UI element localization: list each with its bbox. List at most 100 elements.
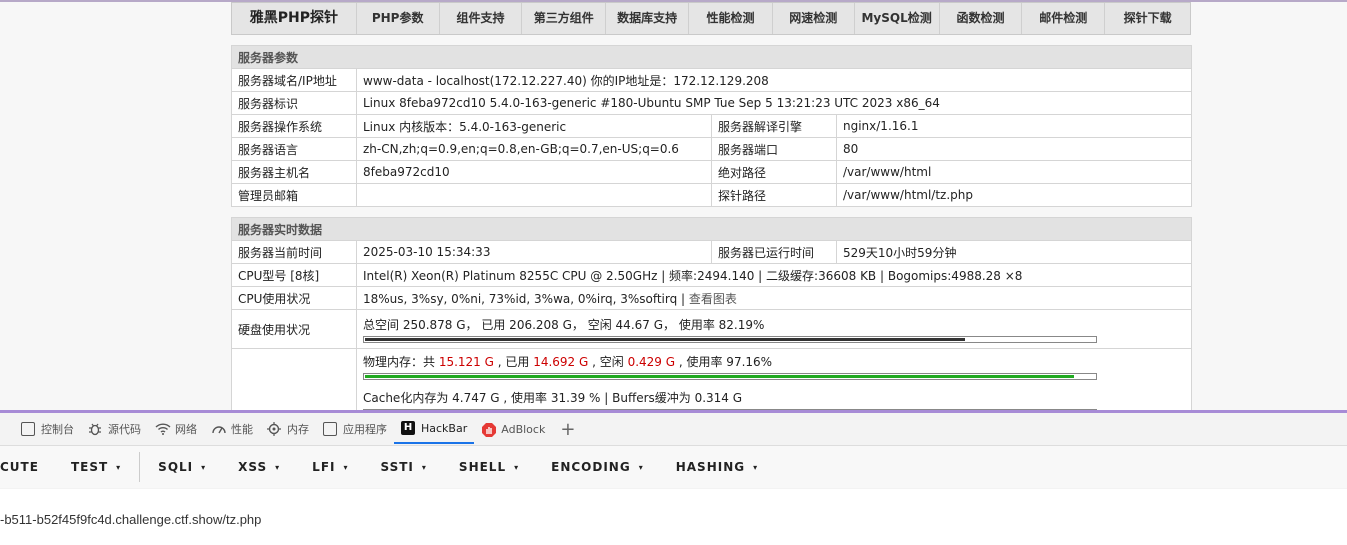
chevron-down-icon: ▾	[275, 462, 281, 472]
tab-console[interactable]: 控制台	[14, 414, 81, 444]
tab-memory[interactable]: 内存	[260, 414, 316, 444]
nav-mysql[interactable]: MySQL检测	[855, 3, 940, 34]
table-row: 服务器域名/IP地址 www-data - localhost(172.12.2…	[231, 68, 1193, 92]
tab-network-label: 网络	[175, 423, 197, 436]
table-row: 物理内存：共 15.121 G , 已用 14.692 G , 空闲 0.429…	[231, 348, 1193, 410]
tab-adblock[interactable]: AdBlock	[474, 414, 552, 444]
ident-value: Linux 8feba972cd10 5.4.0-163-generic #18…	[355, 91, 1193, 115]
host-value: 8feba972cd10	[356, 160, 712, 184]
menu-cute[interactable]: CUTE	[0, 460, 55, 474]
table-row: 服务器标识 Linux 8feba972cd10 5.4.0-163-gener…	[231, 91, 1193, 115]
nav-functions[interactable]: 函数检测	[940, 3, 1023, 34]
nav-php-params[interactable]: PHP参数	[357, 3, 440, 34]
top-nav: 雅黑PHP探针 PHP参数 组件支持 第三方组件 数据库支持 性能检测 网速检测…	[231, 2, 1191, 35]
mem-free: 0.429 G	[627, 355, 676, 369]
server-params-table: 服务器参数 服务器域名/IP地址 www-data - localhost(17…	[230, 45, 1193, 207]
console-icon	[21, 422, 35, 436]
chevron-down-icon: ▾	[753, 462, 759, 472]
tab-application[interactable]: 应用程序	[316, 414, 394, 444]
tab-application-label: 应用程序	[343, 423, 387, 436]
abspath-value: /var/www/html	[835, 160, 1193, 184]
mem-total: 15.121 G	[438, 355, 494, 369]
table-row: 服务器主机名 8feba972cd10 绝对路径 /var/www/html	[231, 160, 1193, 184]
tab-network[interactable]: 网络	[148, 414, 204, 444]
hackbar-menu: CUTE TEST ▾ SQLI ▾ XSS ▾ LFI ▾ SSTI ▾ SHELL ▾ …	[0, 446, 1347, 488]
cpu-label: CPU型号 [8核]	[231, 263, 357, 287]
tab-console-label: 控制台	[41, 423, 74, 436]
cpu-value: Intel(R) Xeon(R) Platinum 8255C CPU @ 2.…	[355, 263, 1193, 287]
mem-label	[231, 348, 357, 410]
tab-performance[interactable]: 性能	[204, 414, 260, 444]
engine-label: 服务器解译引擎	[711, 114, 837, 138]
disk-usage-bar	[363, 335, 1097, 343]
menu-shell[interactable]: SHELL ▾	[443, 460, 535, 474]
nav-mail[interactable]: 邮件检测	[1022, 3, 1106, 34]
menu-divider	[139, 452, 141, 482]
menu-cute-label: CUTE	[0, 460, 39, 474]
wifi-icon	[155, 422, 171, 436]
mem-rate: , 使用率 97.16%	[675, 355, 773, 369]
uptime-label: 服务器已运行时间	[711, 240, 837, 264]
table-row: 服务器语言 zh-CN,zh;q=0.9,en;q=0.8,en-GB;q=0.…	[231, 137, 1193, 161]
port-label: 服务器端口	[711, 137, 837, 161]
tab-performance-label: 性能	[231, 423, 253, 436]
ident-label: 服务器标识	[231, 91, 357, 115]
menu-xss[interactable]: XSS ▾	[222, 460, 296, 474]
os-value: Linux 内核版本：5.4.0-163-generic	[356, 114, 712, 138]
nav-network-speed[interactable]: 网速检测	[773, 3, 855, 34]
menu-shell-label: SHELL	[458, 460, 507, 474]
realtime-title: 服务器实时数据	[230, 217, 1193, 241]
mem-text: 物理内存：共 15.121 G , 已用 14.692 G , 空闲 0.429…	[363, 353, 1185, 370]
nav-third-party[interactable]: 第三方组件	[522, 3, 607, 34]
nav-components[interactable]: 组件支持	[440, 3, 523, 34]
cpu-usage-value: 18%us, 3%sy, 0%ni, 73%id, 3%wa, 0%irq, 3…	[363, 291, 689, 306]
menu-lfi[interactable]: LFI ▾	[296, 460, 364, 474]
table-row: 服务器当前时间 2025-03-10 15:34:33 服务器已运行时间 529…	[231, 240, 1193, 264]
os-label: 服务器操作系统	[231, 114, 357, 138]
devtools-tabs: 控制台 源代码 网络 性能 内存 应用程序 H HackBar AdBlock +	[0, 413, 1347, 446]
menu-ssti-label: SSTI	[380, 460, 414, 474]
adblock-icon	[481, 422, 497, 437]
tab-hackbar[interactable]: H HackBar	[394, 414, 475, 444]
add-tab-button[interactable]: +	[552, 414, 583, 444]
cpu-chart-link[interactable]: 查看图表	[689, 292, 737, 306]
nav-download[interactable]: 探针下载	[1105, 3, 1190, 34]
menu-encoding-label: ENCODING	[551, 460, 631, 474]
menu-ssti[interactable]: SSTI ▾	[365, 460, 443, 474]
tab-sources-label: 源代码	[108, 423, 141, 436]
tab-sources[interactable]: 源代码	[81, 414, 148, 444]
nav-performance[interactable]: 性能检测	[689, 3, 773, 34]
domain-label: 服务器域名/IP地址	[231, 68, 357, 92]
gauge-icon	[211, 422, 226, 436]
disk-label: 硬盘使用状况	[231, 309, 357, 349]
nav-brand[interactable]: 雅黑PHP探针	[232, 3, 357, 34]
time-label: 服务器当前时间	[231, 240, 357, 264]
cache-text: Cache化内存为 4.747 G , 使用率 31.39 % | Buffer…	[363, 391, 743, 405]
devtools-panel: 控制台 源代码 网络 性能 内存 应用程序 H HackBar AdBlock +…	[0, 410, 1347, 545]
cpu-usage-label: CPU使用状况	[231, 286, 357, 310]
menu-test[interactable]: TEST ▾	[55, 460, 137, 474]
chevron-down-icon: ▾	[638, 462, 644, 472]
nav-database[interactable]: 数据库支持	[606, 3, 690, 34]
lang-value: zh-CN,zh;q=0.9,en;q=0.8,en-GB;q=0.7,en-U…	[356, 137, 712, 161]
host-label: 服务器主机名	[231, 160, 357, 184]
table-row: 管理员邮箱 探针路径 /var/www/html/tz.php	[231, 183, 1193, 207]
menu-sqli[interactable]: SQLI ▾	[142, 460, 222, 474]
menu-hashing[interactable]: HASHING ▾	[660, 460, 774, 474]
menu-encoding[interactable]: ENCODING ▾	[535, 460, 660, 474]
probe-value: /var/www/html/tz.php	[835, 183, 1193, 207]
admin-value	[356, 183, 712, 207]
chevron-down-icon: ▾	[514, 462, 520, 472]
chevron-down-icon: ▾	[201, 462, 207, 472]
mem-used-prefix: , 已用	[493, 355, 534, 369]
realtime-table: 服务器实时数据 服务器当前时间 2025-03-10 15:34:33 服务器已…	[230, 217, 1193, 410]
mem-free-prefix: , 空闲	[588, 355, 628, 369]
menu-lfi-label: LFI	[312, 460, 336, 474]
url-value: -b511-b52f45f9fc4d.challenge.ctf.show/tz…	[0, 512, 262, 527]
page-content: 雅黑PHP探针 PHP参数 组件支持 第三方组件 数据库支持 性能检测 网速检测…	[0, 2, 1347, 410]
menu-test-label: TEST	[70, 460, 109, 474]
menu-hashing-label: HASHING	[675, 460, 746, 474]
lang-label: 服务器语言	[231, 137, 357, 161]
table-row: CPU型号 [8核] Intel(R) Xeon(R) Platinum 825…	[231, 263, 1193, 287]
url-textarea[interactable]: -b511-b52f45f9fc4d.challenge.ctf.show/tz…	[0, 489, 1347, 545]
